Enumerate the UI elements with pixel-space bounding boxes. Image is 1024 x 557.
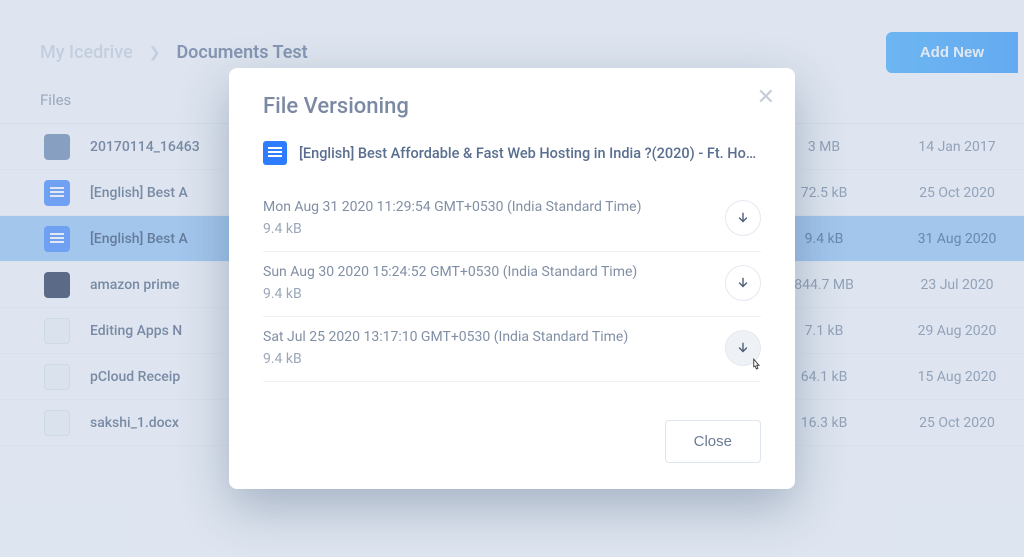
version-size: 9.4 kB bbox=[263, 351, 711, 367]
version-row: Mon Aug 31 2020 11:29:54 GMT+0530 (India… bbox=[263, 187, 761, 252]
document-file-icon bbox=[263, 141, 287, 165]
file-versioning-modal: ✕ File Versioning [English] Best Afforda… bbox=[229, 68, 795, 489]
download-version-button[interactable] bbox=[725, 265, 761, 301]
version-timestamp: Sat Jul 25 2020 13:17:10 GMT+0530 (India… bbox=[263, 329, 711, 345]
version-size: 9.4 kB bbox=[263, 221, 711, 237]
modal-file-name: [English] Best Affordable & Fast Web Hos… bbox=[299, 145, 761, 162]
version-info: Sun Aug 30 2020 15:24:52 GMT+0530 (India… bbox=[263, 264, 711, 302]
close-button[interactable]: Close bbox=[665, 420, 761, 463]
download-icon bbox=[736, 276, 750, 290]
modal-overlay[interactable]: ✕ File Versioning [English] Best Afforda… bbox=[0, 0, 1024, 557]
modal-file-header: [English] Best Affordable & Fast Web Hos… bbox=[263, 141, 761, 165]
version-info: Mon Aug 31 2020 11:29:54 GMT+0530 (India… bbox=[263, 199, 711, 237]
version-row: Sat Jul 25 2020 13:17:10 GMT+0530 (India… bbox=[263, 317, 761, 382]
version-size: 9.4 kB bbox=[263, 286, 711, 302]
modal-actions: Close bbox=[263, 420, 761, 463]
version-timestamp: Mon Aug 31 2020 11:29:54 GMT+0530 (India… bbox=[263, 199, 711, 215]
download-icon bbox=[736, 211, 750, 225]
close-icon[interactable]: ✕ bbox=[757, 86, 775, 108]
download-icon bbox=[736, 341, 750, 355]
version-info: Sat Jul 25 2020 13:17:10 GMT+0530 (India… bbox=[263, 329, 711, 367]
modal-title: File Versioning bbox=[263, 94, 761, 119]
version-row: Sun Aug 30 2020 15:24:52 GMT+0530 (India… bbox=[263, 252, 761, 317]
download-version-button[interactable] bbox=[725, 200, 761, 236]
version-timestamp: Sun Aug 30 2020 15:24:52 GMT+0530 (India… bbox=[263, 264, 711, 280]
download-version-button[interactable] bbox=[725, 330, 761, 366]
